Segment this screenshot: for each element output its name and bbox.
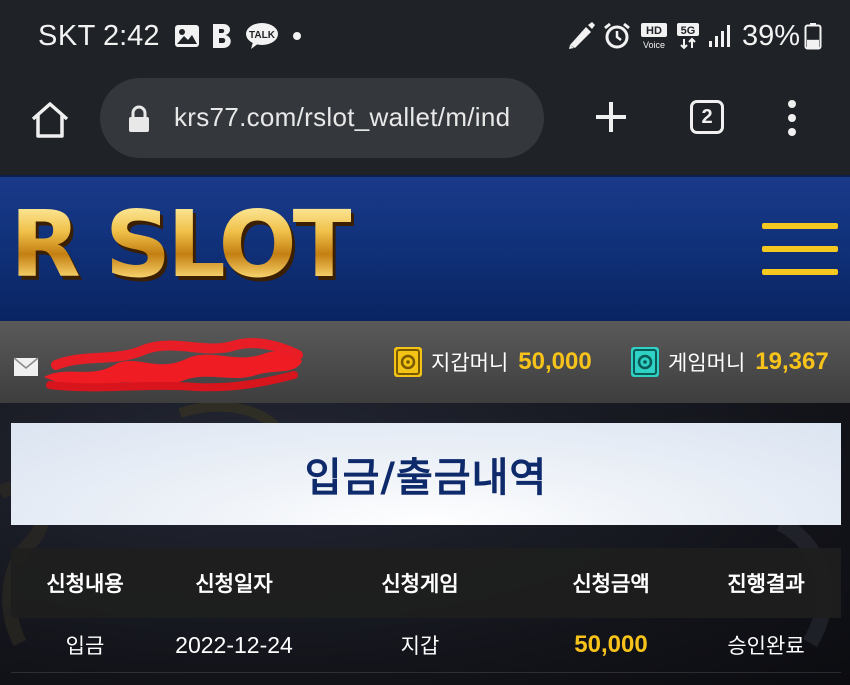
wallet-money-value: 50,000 [518,348,592,375]
svg-text:5G: 5G [681,25,696,37]
battery-percent: 39% [742,20,801,52]
game-money: 게임머니 19,367 [630,345,829,379]
menu-line-icon [762,246,838,252]
cell-game: 지갑 [400,634,440,658]
stylus-icon [566,22,596,50]
cell-date: 2022-12-24 [175,631,293,658]
wallet-money: 지갑머니 50,000 [393,345,592,379]
home-button[interactable] [26,96,74,144]
carrier-label: SKT [38,20,96,52]
site-logo[interactable]: R SLOT [10,199,355,291]
5g-icon: 5G [676,22,702,50]
svg-text:Voice: Voice [643,40,665,50]
wallet-money-label: 지갑머니 [431,351,509,375]
gallery-icon [174,22,200,50]
url-text: krs77.com/rslot_wallet/m/ind [174,102,511,132]
game-money-label: 게임머니 [668,351,746,375]
signal-icon [708,22,734,50]
page-title-box: 입금/출금내역 [11,423,841,525]
more-vert-icon [788,100,796,136]
history-table: 신청내용 신청일자 신청게임 신청금액 진행결과 입금 2022-12-24 지… [11,548,841,673]
account-bar: 지갑머니 50,000 게임머니 19,367 [0,321,850,403]
svg-text:HD: HD [646,25,662,37]
plus-icon [596,102,626,132]
clock: 2:42 [103,20,160,52]
overflow-menu-button[interactable] [780,98,804,138]
col-header-result: 진행결과 [727,572,805,596]
redacted-username [44,338,303,392]
main-content: 입금/출금내역 신청내용 신청일자 신청게임 신청금액 진행결과 입금 2022… [0,403,850,685]
tab-switcher-button[interactable]: 2 [690,100,724,134]
b-app-icon [210,22,236,50]
alarm-icon [603,22,631,50]
home-icon [31,102,69,138]
battery-icon [804,22,822,50]
site-header: R SLOT [0,175,850,323]
table-header: 신청내용 신청일자 신청게임 신청금액 진행결과 [11,548,841,618]
col-header-type: 신청내용 [46,572,124,596]
game-money-value: 19,367 [755,348,829,375]
cell-result: 승인완료 [727,634,805,658]
browser-toolbar: krs77.com/rslot_wallet/m/ind 2 [0,74,850,174]
menu-line-icon [762,223,838,229]
dot-icon [292,22,302,50]
menu-line-icon [762,269,838,275]
wallet-safe-icon [394,347,422,377]
col-header-amount: 신청금액 [572,572,650,596]
hd-voice-icon: HD Voice [639,22,669,50]
lock-icon [129,105,149,132]
address-bar[interactable]: krs77.com/rslot_wallet/m/ind [100,78,544,158]
game-safe-icon [631,347,659,377]
kakaotalk-icon: TALK [245,22,279,50]
cell-amount: 50,000 [574,631,648,658]
cell-type: 입금 [65,634,105,658]
hamburger-menu-button[interactable] [762,223,838,281]
table-row: 입금 2022-12-24 지갑 50,000 승인완료 [11,618,841,673]
status-bar: SKT 2:42 TALK HD Voice 5G 39% [0,0,850,74]
page-title: 입금/출금내역 [304,455,548,501]
col-header-date: 신청일자 [195,572,273,596]
col-header-game: 신청게임 [381,572,459,596]
new-tab-button[interactable] [588,94,634,140]
talk-label: TALK [249,30,276,41]
